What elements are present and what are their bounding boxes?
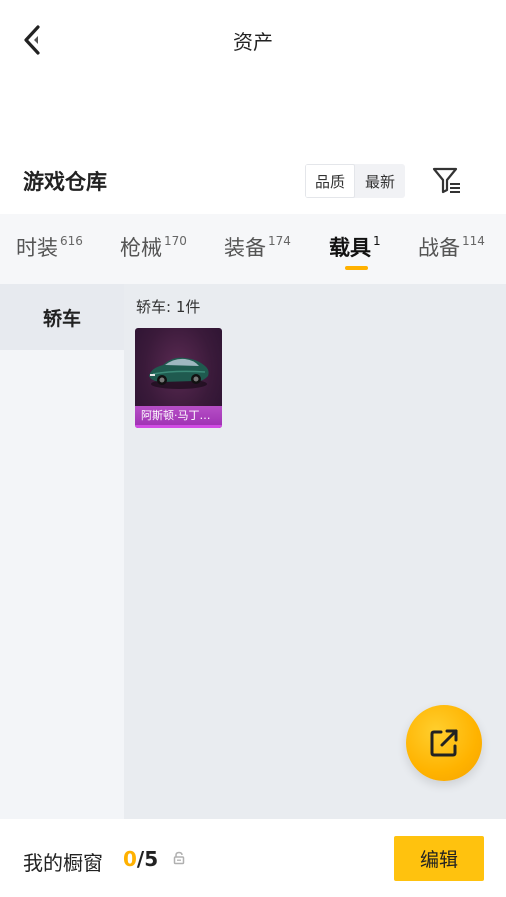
showcase-count: 0/5 — [123, 847, 158, 871]
lock-icon — [173, 851, 185, 865]
page-title: 资产 — [233, 30, 273, 54]
section-title: 游戏仓库 — [23, 170, 107, 194]
tab-count: 170 — [164, 234, 187, 248]
item-card[interactable]: 阿斯顿·马丁D... — [135, 328, 222, 428]
tab-weapons[interactable]: 枪械 170 — [120, 232, 187, 262]
tab-combat-gear[interactable]: 战备 114 — [418, 232, 485, 262]
sort-option-quality[interactable]: 品质 — [305, 164, 355, 198]
tab-label: 枪械 — [120, 236, 162, 260]
showcase-label: 我的橱窗 — [23, 851, 103, 875]
tab-label: 载具 — [329, 236, 371, 260]
tab-equipment[interactable]: 装备 174 — [224, 232, 291, 262]
category-tabs: 时装 616 枪械 170 装备 174 载具 1 战备 114 — [0, 214, 506, 284]
bottom-bar: 我的橱窗 0/5 编辑 — [0, 819, 506, 897]
sort-option-newest[interactable]: 最新 — [355, 164, 405, 198]
rarity-accent — [135, 425, 222, 428]
tab-label: 战备 — [418, 236, 460, 260]
tab-count: 174 — [268, 234, 291, 248]
tab-label: 时装 — [16, 236, 58, 260]
top-bar: 资产 — [0, 0, 506, 80]
car-image — [149, 357, 209, 389]
share-icon — [430, 729, 458, 757]
filter-icon — [432, 167, 460, 194]
filter-button[interactable] — [428, 162, 466, 200]
tab-label: 装备 — [224, 236, 266, 260]
sidebar-item-sedan[interactable]: 轿车 — [0, 284, 124, 350]
item-name: 阿斯顿·马丁D... — [141, 409, 218, 422]
showcase-count-total: /5 — [136, 847, 159, 871]
edit-button[interactable]: 编辑 — [394, 836, 484, 881]
tab-count: 1 — [373, 234, 381, 248]
share-button[interactable] — [406, 705, 482, 781]
tab-vehicles[interactable]: 载具 1 — [329, 232, 381, 262]
subcategory-count-label: 轿车: 1件 — [136, 298, 201, 316]
active-tab-indicator — [345, 266, 368, 270]
tab-count: 114 — [462, 234, 485, 248]
sort-toggle: 品质 最新 — [305, 164, 405, 198]
subcategory-sidebar: 轿车 — [0, 284, 124, 819]
showcase-count-current: 0 — [123, 847, 137, 871]
tab-fashion[interactable]: 时装 616 — [16, 232, 83, 262]
tab-count: 616 — [60, 234, 83, 248]
